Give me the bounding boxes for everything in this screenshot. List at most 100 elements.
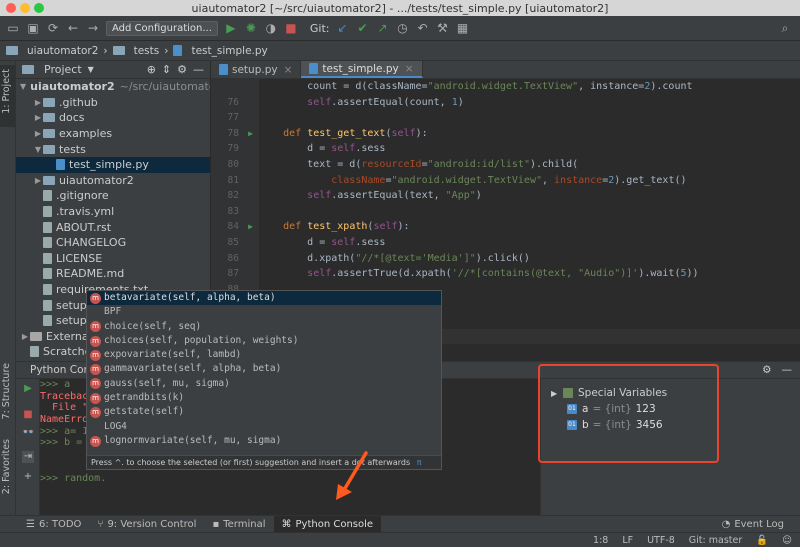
chevron-icon[interactable]: ▼ <box>20 82 26 91</box>
inspector-icon[interactable]: ☺ <box>782 535 792 546</box>
run-icon[interactable]: ▶ <box>224 21 238 35</box>
tree-item-label: docs <box>59 111 85 125</box>
git-push-icon[interactable]: ↗ <box>376 21 390 35</box>
caret-position[interactable]: 1:8 <box>593 535 608 546</box>
completion-item[interactable]: m getstate(self) <box>87 405 441 419</box>
chevron-icon[interactable]: ▶ <box>33 176 43 185</box>
code-line: d.xpath("//*[@text='Media']").click() <box>259 252 530 264</box>
toolwindow-terminal[interactable]: ▪ Terminal <box>204 516 273 532</box>
stop-icon[interactable]: ■ <box>22 409 34 421</box>
chevron-icon[interactable]: ▶ <box>33 98 43 107</box>
tab-test-simple-py[interactable]: test_simple.py × <box>301 61 423 78</box>
folder-icon <box>6 46 18 55</box>
chevron-icon[interactable]: ▼ <box>33 145 43 154</box>
gear-icon[interactable]: ⚙ <box>177 63 187 76</box>
tree-item[interactable]: ▶ uiautomator2 <box>16 173 210 189</box>
completion-item[interactable]: BPF <box>87 305 441 319</box>
toolwindow-version-control[interactable]: ⑂ 9: Version Control <box>89 516 204 532</box>
hide-icon[interactable]: — <box>782 364 793 376</box>
completion-item[interactable]: m choices(self, population, weights) <box>87 334 441 348</box>
git-branch[interactable]: Git: master <box>689 535 742 546</box>
tree-item[interactable]: CHANGELOG <box>16 235 210 251</box>
run-gutter-icon[interactable]: ▶ <box>248 126 253 142</box>
line-separator[interactable]: LF <box>622 535 633 546</box>
back-icon[interactable]: ← <box>66 21 80 35</box>
project-panel-title[interactable]: Project <box>44 63 82 76</box>
close-icon[interactable]: × <box>284 64 293 76</box>
tree-item-label: ABOUT.rst <box>56 220 112 234</box>
completion-item[interactable]: m expovariate(self, lambd) <box>87 348 441 362</box>
tree-item[interactable]: ▶ docs <box>16 110 210 126</box>
add-icon[interactable]: + <box>22 471 34 483</box>
tree-item[interactable]: ▼ uiautomator2 ~/src/uiautomator <box>16 79 210 95</box>
tree-item[interactable]: LICENSE <box>16 251 210 267</box>
save-icon[interactable]: ▣ <box>26 21 40 35</box>
revert-icon[interactable]: ↶ <box>416 21 430 35</box>
library-icon <box>30 331 42 341</box>
completion-popup[interactable]: m betavariate(self, alpha, beta) BPF m choic… <box>86 290 442 470</box>
close-icon[interactable]: × <box>405 63 414 75</box>
pi-icon[interactable]: π <box>417 458 422 467</box>
completion-item[interactable]: m gammavariate(self, alpha, beta) <box>87 362 441 376</box>
completion-item[interactable]: m gauss(self, mu, sigma) <box>87 377 441 391</box>
settings-wrench-icon[interactable]: ⚒ <box>436 21 450 35</box>
folder-icon <box>43 113 55 123</box>
tab-setup-py[interactable]: setup.py × <box>211 61 302 78</box>
completion-item[interactable]: m getrandbits(k) <box>87 391 441 405</box>
run-gutter-icon[interactable]: ▶ <box>248 219 253 235</box>
completion-item[interactable]: m choice(self, seq) <box>87 320 441 334</box>
search-everywhere-icon[interactable]: ⌕ <box>778 21 792 36</box>
project-tool-button[interactable]: 1: Project <box>1 69 12 114</box>
file-encoding[interactable]: UTF-8 <box>647 535 675 546</box>
git-commit-icon[interactable]: ✔ <box>356 21 370 35</box>
line-number: 85 <box>211 235 259 251</box>
event-log-button[interactable]: ◔ Event Log <box>714 516 792 532</box>
sync-icon[interactable]: ⟳ <box>46 21 60 35</box>
breadcrumb-item-file[interactable]: test_simple.py <box>191 45 267 57</box>
gear-icon[interactable]: ⚙ <box>762 364 771 376</box>
tree-item[interactable]: README.md <box>16 266 210 282</box>
highlight-box <box>538 364 719 463</box>
close-window-button[interactable] <box>6 3 16 13</box>
rerun-icon[interactable]: ▶ <box>22 383 34 395</box>
tree-item[interactable]: test_simple.py <box>16 156 210 173</box>
project-structure-icon[interactable]: ▦ <box>456 21 470 35</box>
zoom-window-button[interactable] <box>34 3 44 13</box>
debug-icon[interactable]: ✺ <box>244 21 258 35</box>
completion-item[interactable]: m lognormvariate(self, mu, sigma) <box>87 434 441 448</box>
tree-item[interactable]: ▶ examples <box>16 126 210 142</box>
collapse-all-icon[interactable]: ⇕ <box>162 63 171 76</box>
stop-icon[interactable]: ■ <box>284 21 298 35</box>
lock-icon[interactable]: 🔓 <box>756 535 768 546</box>
tree-item[interactable]: ABOUT.rst <box>16 219 210 235</box>
locate-icon[interactable]: ⊕ <box>147 63 156 76</box>
add-configuration-button[interactable]: Add Configuration... <box>106 20 218 36</box>
chevron-icon[interactable]: ▶ <box>33 113 43 122</box>
method-icon: m <box>90 349 101 361</box>
breadcrumb-item-tests[interactable]: tests <box>134 45 160 57</box>
show-variables-icon[interactable]: 👓 <box>22 427 34 439</box>
tree-item[interactable]: .gitignore <box>16 188 210 204</box>
tree-item[interactable]: .travis.yml <box>16 204 210 220</box>
completion-item[interactable]: m betavariate(self, alpha, beta) <box>87 291 441 306</box>
forward-icon[interactable]: → <box>86 21 100 35</box>
chevron-icon[interactable]: ▶ <box>33 129 43 138</box>
breadcrumb-item-root[interactable]: uiautomator2 <box>27 45 98 57</box>
coverage-icon[interactable]: ◑ <box>264 21 278 35</box>
chevron-down-icon[interactable]: ▼ <box>88 65 94 74</box>
hide-icon[interactable]: — <box>193 63 204 76</box>
toolwindow-python-console[interactable]: ⌘ Python Console <box>273 516 382 532</box>
soft-wrap-icon[interactable]: ⇥ <box>22 451 34 463</box>
file-icon <box>43 284 52 296</box>
git-update-icon[interactable]: ↙ <box>336 21 350 35</box>
tree-item[interactable]: ▶ .github <box>16 95 210 111</box>
history-icon[interactable]: ◷ <box>396 21 410 35</box>
open-folder-icon[interactable]: ▭ <box>6 21 20 35</box>
favorites-tool-button[interactable]: 2: Favorites <box>1 439 12 494</box>
completion-item[interactable]: LOG4 <box>87 420 441 434</box>
tree-item[interactable]: ▼ tests <box>16 141 210 157</box>
structure-tool-button[interactable]: 7: Structure <box>1 363 12 419</box>
toolwindow-todo[interactable]: ☰ 6: TODO <box>18 516 89 532</box>
chevron-icon[interactable]: ▶ <box>20 332 30 341</box>
minimize-window-button[interactable] <box>20 3 30 13</box>
